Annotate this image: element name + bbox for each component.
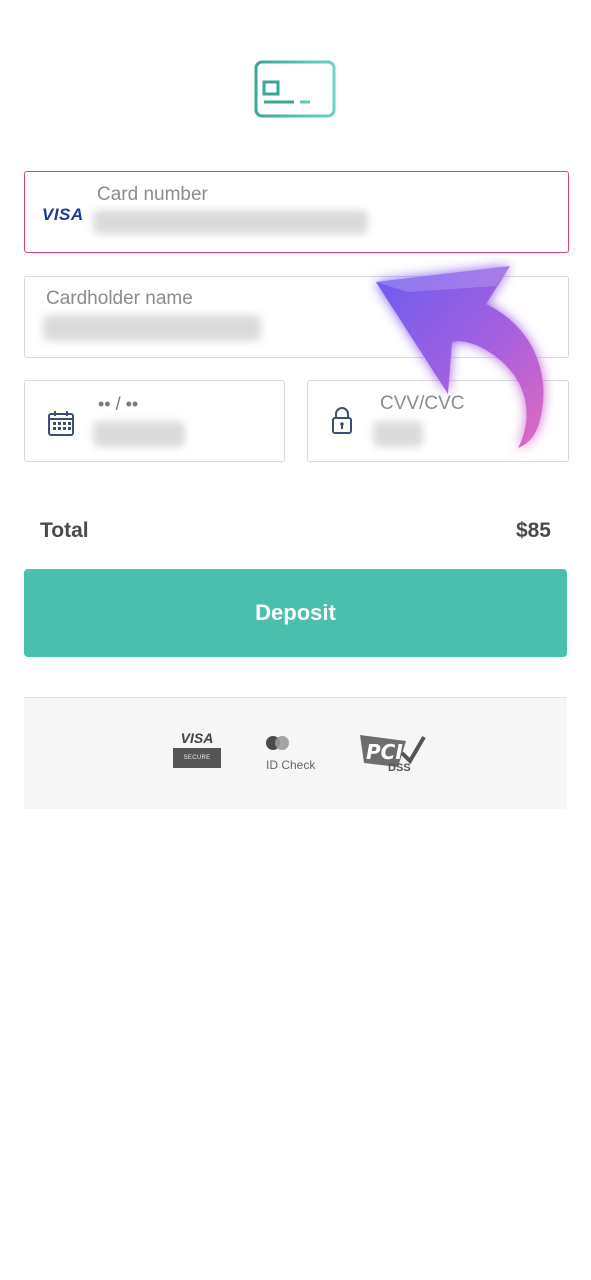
- deposit-button[interactable]: Deposit: [24, 569, 567, 657]
- lock-icon: [332, 407, 352, 434]
- svg-text:PCI: PCI: [366, 740, 403, 764]
- pci-dss-label: DSS: [388, 762, 411, 774]
- expiry-field[interactable]: •• / ••: [24, 380, 285, 462]
- card-number-value: [93, 210, 368, 234]
- visa-icon: VISA: [42, 205, 84, 224]
- total-label: Total: [40, 519, 89, 542]
- cvv-field[interactable]: CVV/CVC: [307, 380, 569, 462]
- cardholder-name-value: [43, 315, 261, 341]
- calendar-icon: [48, 411, 74, 436]
- cvv-label: CVV/CVC: [380, 393, 465, 414]
- cvv-value: [373, 421, 423, 447]
- cardholder-name-field[interactable]: Cardholder name: [24, 276, 569, 358]
- credit-card-icon: [254, 60, 336, 118]
- visa-secure-top: VISA: [180, 730, 214, 746]
- total-amount: $85: [515, 519, 551, 542]
- expiry-value: [93, 421, 185, 447]
- mastercard-icon: [266, 736, 326, 750]
- card-number-field[interactable]: VISA Card number: [24, 171, 569, 253]
- cardholder-name-label: Cardholder name: [46, 288, 193, 309]
- visa-secure-bottom: SECURE: [173, 748, 221, 768]
- id-check-badge: ID Check: [266, 736, 326, 772]
- trust-badges-footer: VISA SECURE ID Check PCI DSS: [24, 697, 567, 809]
- card-number-label: Card number: [97, 184, 208, 205]
- visa-secure-badge: VISA SECURE: [173, 730, 221, 768]
- id-check-label: ID Check: [266, 758, 316, 772]
- pci-dss-badge: PCI DSS: [358, 731, 428, 777]
- expiry-placeholder: •• / ••: [98, 394, 139, 414]
